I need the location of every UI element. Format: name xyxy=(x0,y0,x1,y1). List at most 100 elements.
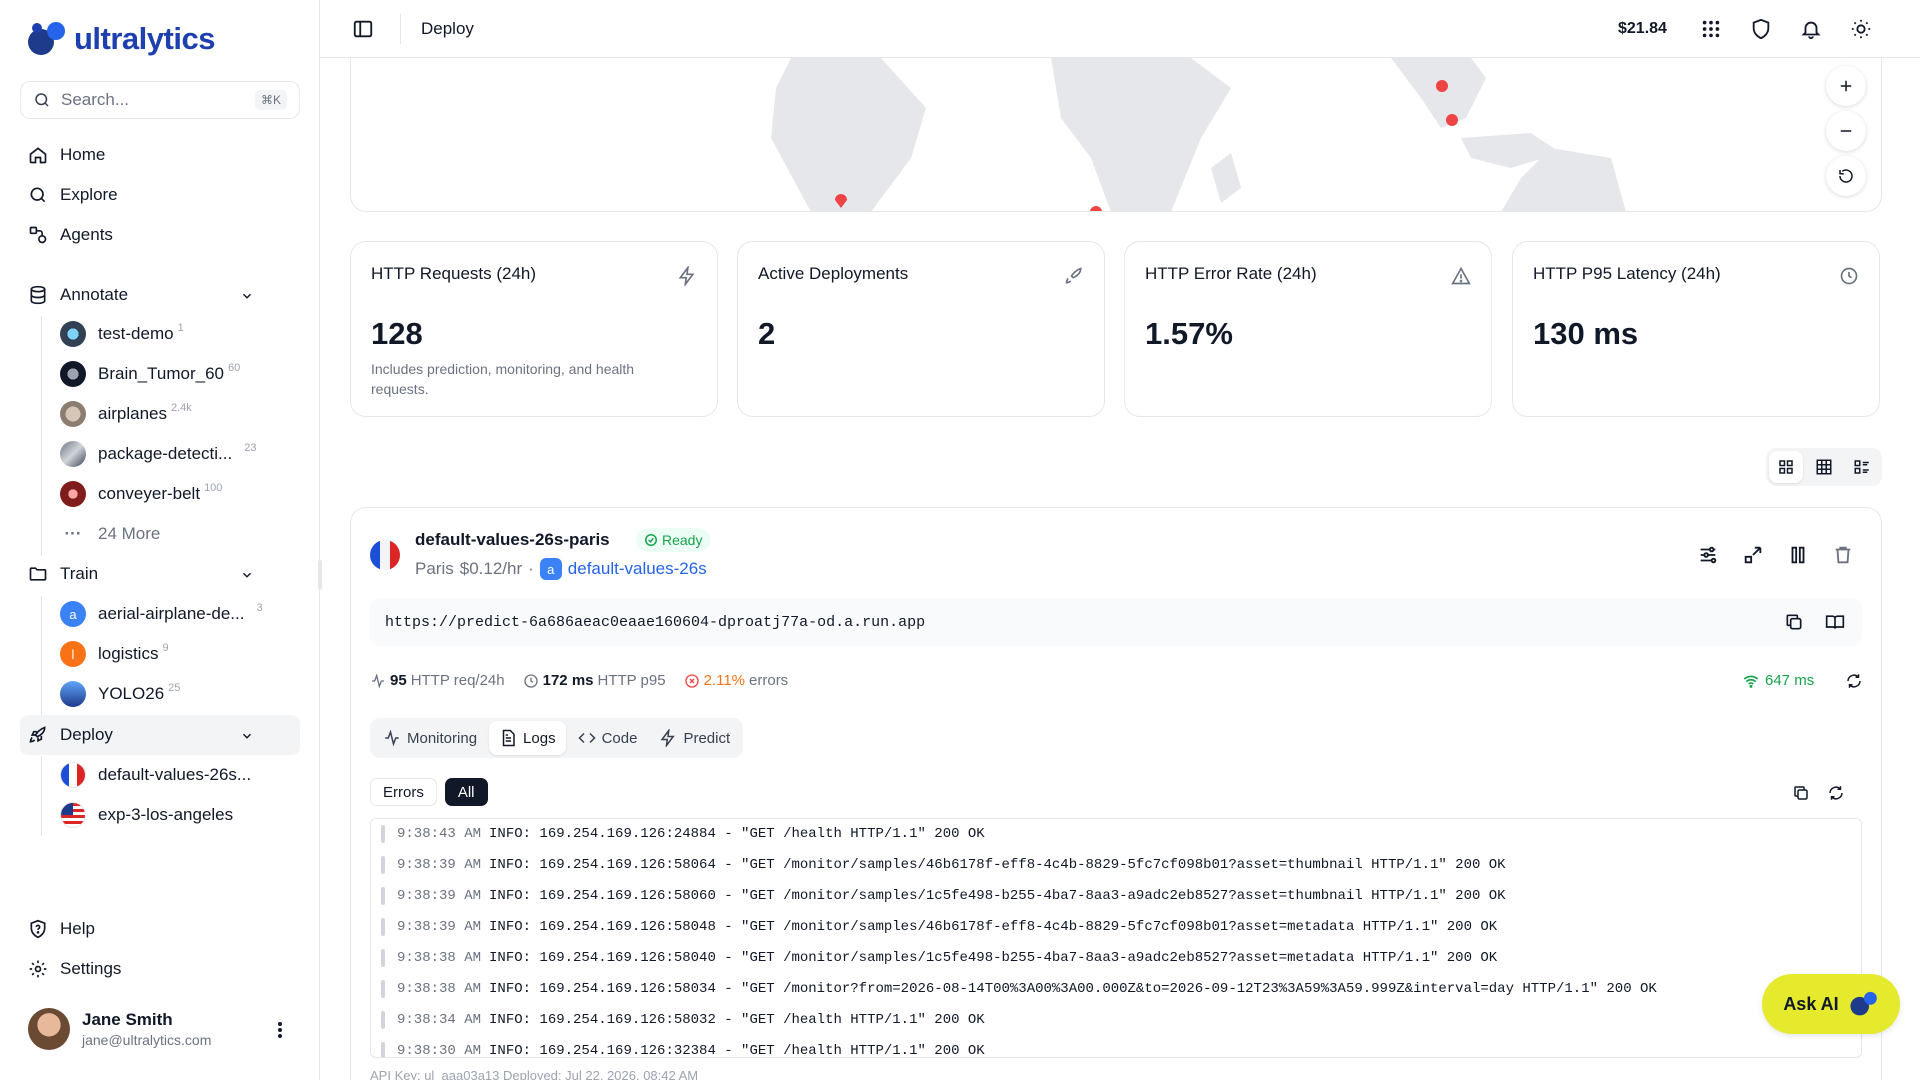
project-avatar: a xyxy=(539,558,562,580)
list-view-button[interactable] xyxy=(1845,451,1879,483)
filter-errors-button[interactable]: Errors xyxy=(370,778,437,806)
log-line: 9:38:43 AM INFO: 169.254.169.126:24884 - … xyxy=(381,824,985,844)
page-title: Deploy xyxy=(421,19,474,38)
shield-icon[interactable] xyxy=(1750,18,1772,40)
clock-icon xyxy=(523,673,538,688)
sidebar-toggle-icon[interactable] xyxy=(352,18,374,40)
stat-card-active-deployments: Active Deployments 2 xyxy=(737,241,1105,417)
dataset-item[interactable]: airplanes 2.4k xyxy=(60,399,192,429)
reset-map-button[interactable] xyxy=(1826,156,1866,196)
deploy-tree-line xyxy=(41,756,42,836)
sliders-icon[interactable] xyxy=(1697,544,1719,566)
search-box[interactable]: Search... ⌘K xyxy=(20,81,300,119)
dataset-count: 23 xyxy=(244,442,257,454)
tab-logs[interactable]: Logs xyxy=(489,721,566,755)
project-item[interactable]: a aerial-airplane-de... 3 xyxy=(60,599,263,629)
deployment-item[interactable]: exp-3-los-angeles xyxy=(60,800,233,830)
separator-dot: · xyxy=(528,559,534,578)
copy-icon[interactable] xyxy=(1784,612,1804,632)
trash-icon[interactable] xyxy=(1832,544,1854,566)
annotate-more[interactable]: ··· 24 More xyxy=(60,519,161,549)
log-level-bar xyxy=(381,825,385,843)
scale-icon[interactable] xyxy=(1742,544,1764,566)
gear-icon xyxy=(29,960,47,978)
ultralytics-logo-icon xyxy=(1850,991,1877,1016)
ultralytics-logo-icon xyxy=(28,22,65,55)
log-line: 9:38:38 AM INFO: 169.254.169.126:58040 - … xyxy=(381,948,1497,968)
project-link[interactable]: default-values-26s xyxy=(568,559,707,579)
topbar-divider xyxy=(400,14,401,44)
nav-help[interactable]: Help xyxy=(28,914,95,944)
brand-name: ultralytics xyxy=(74,21,215,56)
chevron-down-icon[interactable] xyxy=(240,729,254,743)
ask-ai-button[interactable]: Ask AI xyxy=(1762,974,1900,1034)
nav-deploy[interactable]: Deploy xyxy=(28,720,258,750)
table-view-button[interactable] xyxy=(1807,451,1841,483)
tab-monitoring[interactable]: Monitoring xyxy=(373,721,487,755)
nav-agents[interactable]: Agents xyxy=(28,220,113,250)
endpoint-url[interactable]: https://predict-6a686aeac0eaae160604-dpr… xyxy=(385,614,925,631)
log-message: INFO: 169.254.169.126:58064 - "GET /moni… xyxy=(489,857,1506,873)
nav-explore[interactable]: Explore xyxy=(28,180,118,210)
log-line: 9:38:39 AM INFO: 169.254.169.126:58060 - … xyxy=(381,886,1506,906)
brand-logo[interactable]: ultralytics xyxy=(26,18,215,60)
tab-label: Logs xyxy=(523,729,556,747)
table-icon xyxy=(1816,459,1832,475)
dataset-item[interactable]: package-detecti... 23 xyxy=(60,439,256,469)
dataset-item[interactable]: Brain_Tumor_60 60 xyxy=(60,359,240,389)
ping-latency: 647 ms xyxy=(1743,672,1814,689)
copy-icon[interactable] xyxy=(1792,784,1810,802)
log-level-bar xyxy=(381,980,385,998)
dataset-item[interactable]: conveyer-belt 100 xyxy=(60,479,222,509)
project-count: 9 xyxy=(162,642,169,654)
zoom-out-button[interactable] xyxy=(1826,111,1866,151)
wifi-icon xyxy=(1743,675,1759,688)
apps-grid-icon[interactable] xyxy=(1700,18,1722,40)
log-message: INFO: 169.254.169.126:58032 - "GET /heal… xyxy=(489,1012,985,1028)
nav-settings[interactable]: Settings xyxy=(28,954,121,984)
chevron-down-icon[interactable] xyxy=(240,289,254,303)
deployment-name[interactable]: default-values-26s-paris xyxy=(415,530,610,550)
log-level-bar xyxy=(381,949,385,967)
sidebar-resize-handle[interactable] xyxy=(318,560,322,590)
nav-annotate[interactable]: Annotate xyxy=(28,280,258,310)
more-vertical-icon[interactable] xyxy=(272,1020,288,1040)
dataset-thumbnail xyxy=(60,441,86,467)
nav-explore-label: Explore xyxy=(60,185,118,204)
user-profile[interactable]: Jane Smith jane@ultralytics.com xyxy=(28,1008,211,1050)
stat-title: Active Deployments xyxy=(758,264,909,283)
project-item[interactable]: YOLO26 25 xyxy=(60,679,180,709)
chevron-down-icon[interactable] xyxy=(240,568,254,582)
refresh-icon[interactable] xyxy=(1845,672,1863,690)
nav-deploy-label: Deploy xyxy=(60,725,113,744)
filter-all-button[interactable]: All xyxy=(444,778,488,806)
nav-home-label: Home xyxy=(60,145,106,164)
endpoint-url-bar: https://predict-6a686aeac0eaae160604-dpr… xyxy=(370,598,1862,646)
log-message: INFO: 169.254.169.126:58060 - "GET /moni… xyxy=(489,888,1506,904)
database-icon xyxy=(30,285,46,305)
world-map[interactable] xyxy=(350,58,1882,212)
deployment-item[interactable]: default-values-26s... xyxy=(60,760,251,790)
refresh-icon[interactable] xyxy=(1827,784,1845,802)
project-item[interactable]: l logistics 9 xyxy=(60,639,169,669)
nav-train[interactable]: Train xyxy=(28,559,258,589)
tab-label: Code xyxy=(601,729,638,747)
zoom-in-button[interactable] xyxy=(1826,66,1866,106)
nav-home[interactable]: Home xyxy=(28,140,105,170)
activity-icon xyxy=(385,729,399,747)
docs-icon[interactable] xyxy=(1825,612,1845,632)
dataset-item[interactable]: test-demo 1 xyxy=(60,319,184,349)
tab-code[interactable]: Code xyxy=(568,721,648,755)
tab-predict[interactable]: Predict xyxy=(649,721,740,755)
deployment-label: default-values-26s... xyxy=(98,765,252,784)
pause-icon[interactable] xyxy=(1787,544,1809,566)
stat-card-http-requests: HTTP Requests (24h) 128 Includes predict… xyxy=(350,241,718,417)
sun-icon[interactable] xyxy=(1850,18,1872,40)
project-label: logistics xyxy=(98,644,159,663)
view-toggle xyxy=(1766,448,1882,486)
grid-view-button[interactable] xyxy=(1769,451,1803,483)
credit-balance[interactable]: $21.84 xyxy=(1618,20,1667,38)
log-viewer[interactable]: 9:38:43 AM INFO: 169.254.169.126:24884 - … xyxy=(370,818,1862,1058)
tab-label: Predict xyxy=(683,729,731,747)
bell-icon[interactable] xyxy=(1800,18,1822,40)
